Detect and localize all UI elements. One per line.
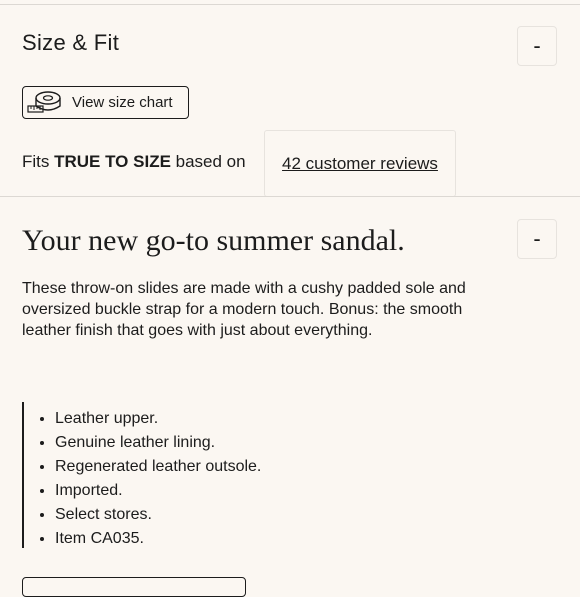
view-size-chart-button[interactable]: View size chart [22, 86, 189, 119]
feature-item: Regenerated leather outsole. [55, 455, 261, 479]
fit-summary: Fits TRUE TO SIZE based on [22, 152, 246, 172]
collapse-size-fit-button[interactable]: - [517, 26, 557, 66]
section-divider [0, 196, 580, 197]
features-list: Leather upper. Genuine leather lining. R… [22, 402, 261, 548]
tape-measure-icon [27, 90, 61, 113]
reviews-link-container[interactable]: 42 customer reviews [264, 130, 456, 197]
fit-prefix: Fits [22, 152, 55, 171]
feature-item: Item CA035. [55, 527, 261, 551]
feature-item: Select stores. [55, 503, 261, 527]
size-chart-label: View size chart [72, 94, 173, 111]
product-headline: Your new go-to summer sandal. [22, 224, 405, 257]
fit-suffix: based on [170, 152, 246, 171]
size-fit-title: Size & Fit [22, 30, 120, 55]
product-description: These throw-on slides are made with a cu… [22, 280, 466, 339]
collapse-description-button[interactable]: - [517, 219, 557, 259]
feature-item: Imported. [55, 479, 261, 503]
feature-item: Leather upper. [55, 407, 261, 431]
fit-rating: TRUE TO SIZE [54, 152, 171, 171]
customer-reviews-link[interactable]: 42 customer reviews [282, 154, 438, 174]
top-divider [0, 4, 580, 5]
cut-off-button[interactable] [22, 577, 246, 597]
feature-item: Genuine leather lining. [55, 431, 261, 455]
